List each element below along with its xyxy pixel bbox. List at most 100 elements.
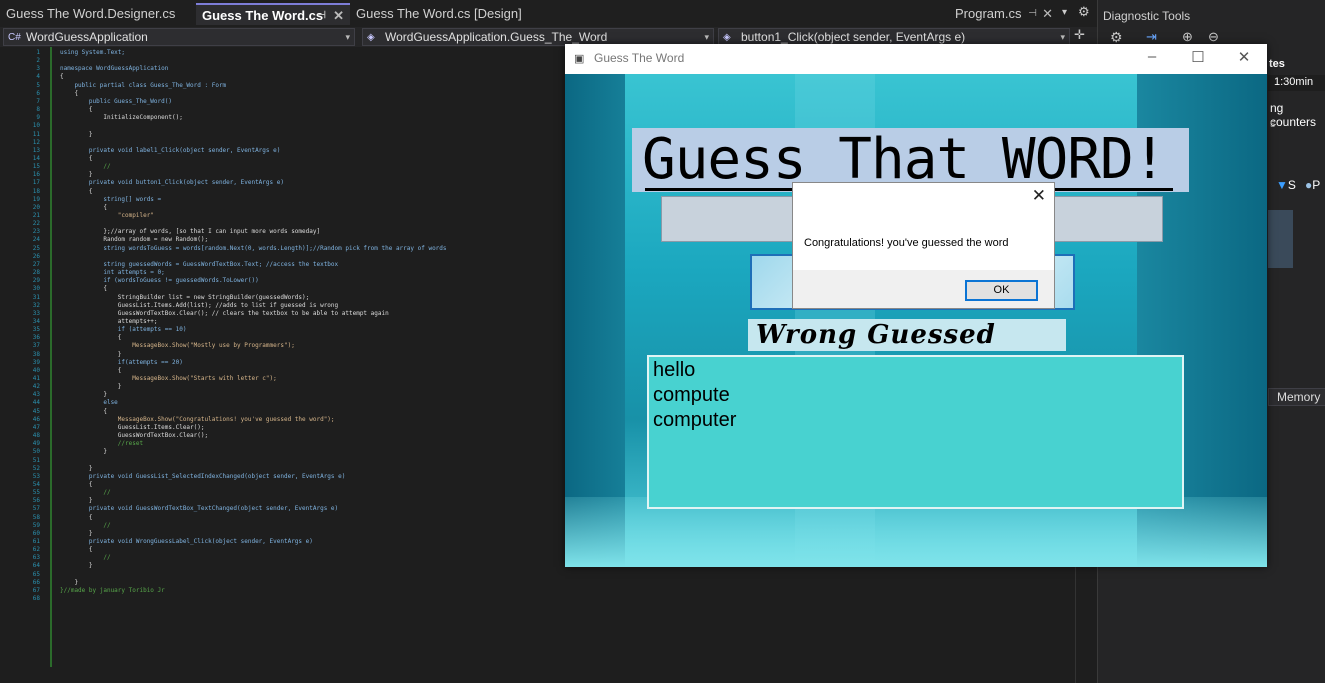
code-line: string[] words = — [60, 195, 162, 203]
close-icon[interactable]: ✕ — [333, 5, 344, 27]
code-line: if (attempts == 10) — [60, 326, 187, 334]
minimize-icon[interactable]: – — [1137, 48, 1167, 65]
line-number: 56 — [32, 497, 40, 505]
fragment-text: ng counters — [1270, 101, 1317, 129]
legend-s-label: S — [1287, 178, 1296, 192]
message-box-dialog: ✕ Congratulations! you've guessed the wo… — [792, 182, 1055, 309]
line-number: 34 — [32, 317, 40, 325]
code-line: { — [60, 513, 93, 521]
code-line: if(attempts == 20) — [60, 358, 183, 366]
gear-icon[interactable]: ⚙ — [1078, 4, 1090, 20]
tab-designer-cs[interactable]: Guess The Word.Designer.cs — [0, 3, 196, 25]
line-number: 43 — [32, 391, 40, 399]
window-title: Guess The Word — [594, 51, 685, 65]
line-number: 35 — [32, 326, 40, 334]
list-item[interactable]: compute — [653, 384, 730, 407]
line-number: 23 — [32, 228, 40, 236]
change-margin — [50, 47, 52, 667]
line-number: 39 — [32, 358, 40, 366]
code-line: } — [60, 497, 93, 505]
code-line: GuessWordTextBox.Clear(); — [60, 432, 209, 440]
member-name: button1_Click(object sender, EventArgs e… — [741, 30, 966, 44]
code-line: { — [60, 73, 64, 81]
code-line: using System.Text; — [60, 49, 126, 56]
line-number: 41 — [32, 375, 40, 382]
code-line: } — [60, 562, 93, 570]
guess-list[interactable]: hello compute computer — [647, 355, 1184, 509]
window-titlebar[interactable]: ▣ Guess The Word – ☐ ✕ — [565, 44, 1267, 74]
panel-title: Diagnostic Tools — [1103, 9, 1191, 23]
line-number: 31 — [32, 293, 40, 301]
legend-s: ▼S — [1276, 178, 1296, 192]
tab-label: Guess The Word.cs — [202, 8, 324, 23]
tab-program-cs[interactable]: Program.cs ⊣ ✕ — [949, 3, 1059, 25]
code-line: } — [60, 383, 122, 391]
ok-button[interactable]: OK — [965, 280, 1038, 301]
line-number: 25 — [32, 244, 40, 252]
fragment-text: s — [1270, 118, 1276, 130]
tab-overflow-icon[interactable]: ▾ — [1062, 7, 1067, 18]
time-label: 1:30min — [1274, 76, 1314, 88]
close-icon[interactable]: ✕ — [1042, 3, 1053, 25]
code-line: InitializeComponent(); — [60, 114, 183, 122]
line-number: 18 — [32, 187, 40, 195]
wrong-guess-label[interactable]: Wrong Guessed Words — [748, 319, 1066, 382]
line-number: 52 — [32, 464, 40, 472]
zoom-out-icon[interactable]: ⊖ — [1208, 29, 1219, 45]
pin-icon[interactable]: ⊣ — [1028, 3, 1037, 25]
maximize-icon[interactable]: ☐ — [1183, 48, 1213, 66]
line-number: 60 — [32, 529, 40, 537]
line-number: 68 — [32, 595, 40, 603]
line-number: 48 — [32, 432, 40, 440]
csharp-project-icon: C# — [8, 32, 21, 43]
list-item[interactable]: hello — [653, 359, 695, 382]
split-icon[interactable]: ✛ — [1074, 27, 1085, 43]
code-line: } — [60, 350, 122, 358]
close-icon[interactable]: ✕ — [1229, 48, 1259, 66]
chevron-down-icon: ▾ — [345, 32, 350, 42]
zoom-in-icon[interactable]: ⊕ — [1182, 29, 1193, 45]
code-line: { — [60, 187, 93, 195]
line-number: 67 — [32, 586, 40, 594]
line-number: 3 — [36, 65, 40, 73]
line-number: 32 — [32, 301, 40, 309]
line-number: 40 — [32, 366, 40, 374]
code-line: } — [60, 130, 93, 138]
code-line: { — [60, 366, 122, 374]
line-number: 50 — [32, 448, 40, 456]
code-line: StringBuilder list = new StringBuilder(g… — [60, 293, 310, 301]
line-number: 10 — [32, 122, 40, 130]
code-line: private void button1_Click(object sender… — [60, 179, 284, 187]
tab-design[interactable]: Guess The Word.cs [Design] — [350, 3, 546, 25]
chevron-down-icon: ▾ — [1060, 32, 1065, 42]
line-number: 42 — [32, 383, 40, 391]
code-line: { — [60, 203, 107, 211]
export-icon[interactable]: ⇥ — [1146, 29, 1157, 45]
code-line: private void WrongGuessLabel_Click(objec… — [60, 538, 313, 545]
tab-memory[interactable]: Memory — [1268, 388, 1325, 406]
pin-icon[interactable]: ⊣ — [317, 5, 326, 27]
line-number: 4 — [36, 73, 40, 81]
line-number: 1 — [36, 49, 40, 56]
tab-label: Guess The Word.cs [Design] — [356, 6, 522, 21]
fragment-text: tes — [1269, 58, 1285, 70]
line-number: 45 — [32, 407, 40, 415]
code-line: } — [60, 448, 107, 456]
line-number: 44 — [32, 399, 40, 407]
code-line: int attempts = 0; — [60, 269, 165, 277]
list-item[interactable]: computer — [653, 409, 736, 432]
code-line: GuessWordTextBox.Clear(); // clears the … — [60, 309, 389, 317]
code-line: // — [60, 554, 111, 562]
code-line: } — [60, 391, 107, 399]
background-rock-left — [565, 74, 625, 567]
project-name: WordGuessApplication — [26, 30, 148, 44]
tab-guess-the-word-cs[interactable]: Guess The Word.cs ⊣ ✕ — [196, 3, 350, 25]
code-line: "compiler" — [60, 212, 154, 219]
line-number: 63 — [32, 554, 40, 562]
line-number: 55 — [32, 489, 40, 497]
close-icon[interactable]: ✕ — [1032, 186, 1046, 206]
line-number: 66 — [32, 578, 40, 586]
project-dropdown[interactable]: C# WordGuessApplication ▾ — [3, 28, 355, 46]
heading-text: Guess That WORD! — [642, 127, 1166, 192]
code-line: private void label1_Click(object sender,… — [60, 146, 281, 154]
